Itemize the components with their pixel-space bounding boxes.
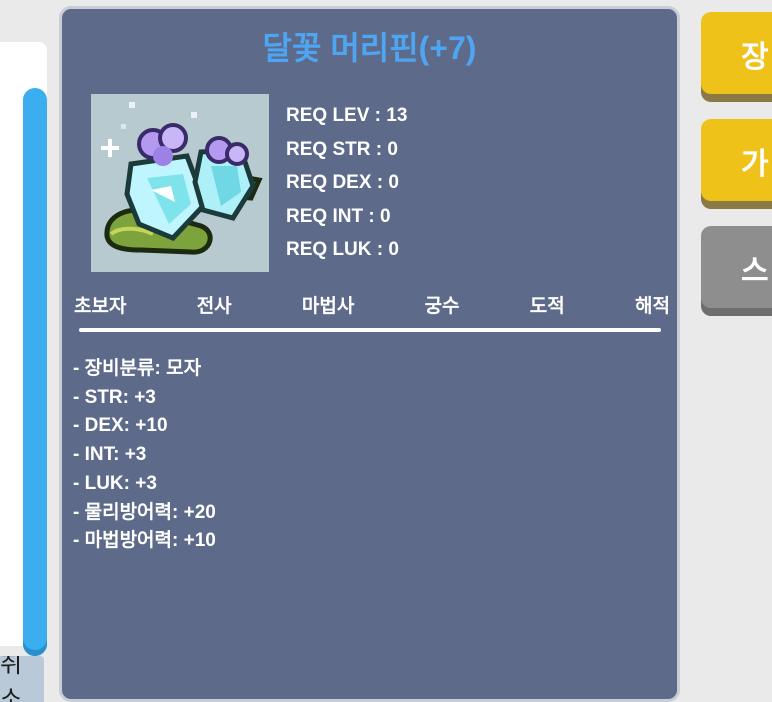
equip-button[interactable]: 장	[701, 12, 772, 94]
stat-magic-defense: - 마법방어력: +10	[73, 530, 216, 552]
buy-button-label: 가	[741, 148, 769, 181]
req-luk: REQ LUK : 0	[286, 239, 399, 260]
stat-str: - STR: +3	[73, 386, 156, 408]
job-list: 초보자 전사 마법사 궁수 도적 해적	[74, 291, 670, 318]
equip-button-label: 장	[741, 41, 769, 74]
item-name: 달꽃 머리핀(+7)	[262, 30, 477, 66]
stat-physical-defense: - 물리방어력: +20	[73, 501, 216, 523]
job-bowman: 궁수	[424, 296, 460, 317]
stat-int: - INT: +3	[73, 444, 147, 466]
divider	[79, 328, 661, 332]
buy-button[interactable]: 가	[701, 119, 772, 201]
job-beginner: 초보자	[74, 296, 127, 317]
stats-list: - 장비분류: 모자 - STR: +3 - DEX: +10 - INT: +…	[73, 355, 216, 556]
stat-dex: - DEX: +10	[73, 415, 168, 437]
job-thief: 도적	[529, 296, 565, 317]
third-action-button-label: 스	[741, 255, 769, 288]
stat-equip-type: - 장비분류: 모자	[73, 358, 202, 379]
moonflower-hairpin-icon	[101, 102, 263, 255]
req-int: REQ INT : 0	[286, 205, 391, 227]
third-action-button[interactable]: 스	[701, 226, 772, 308]
item-tooltip-panel: 달꽃 머리핀(+7) REQ LEV: 13 REQ STR: 0 REQ …	[59, 6, 680, 702]
stat-luk: - LUK: +3	[73, 472, 157, 494]
item-list-panel	[0, 42, 47, 656]
list-scrollbar[interactable]	[23, 88, 47, 656]
job-pirate: 해적	[634, 296, 670, 317]
cancel-button[interactable]: 취소	[0, 656, 44, 702]
req-dex: REQ DEX : 0	[286, 172, 399, 193]
cancel-button-label: 취소	[0, 656, 23, 702]
req-level: REQ LEV : 13	[286, 105, 408, 126]
req-str: REQ STR : 0	[286, 138, 398, 160]
item-image	[91, 94, 269, 272]
job-warrior: 전사	[196, 296, 232, 317]
job-magician: 마법사	[301, 296, 355, 317]
requirements-list: REQ LEV : 13 REQ STR : 0 REQ DEX : 0 REQ…	[286, 99, 407, 267]
